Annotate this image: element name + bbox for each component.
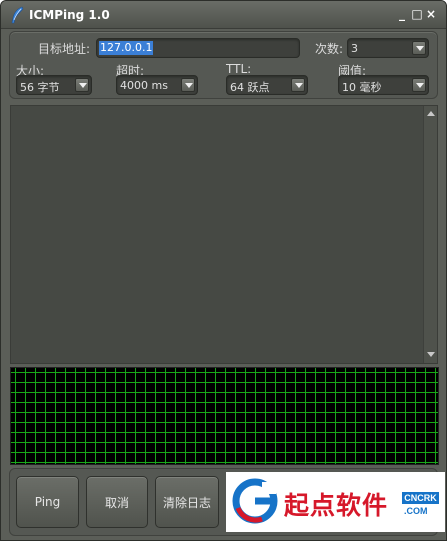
- log-output[interactable]: [10, 105, 438, 364]
- threshold-select[interactable]: 10 毫秒: [338, 75, 429, 95]
- target-address-input[interactable]: 127.0.0.1: [96, 38, 300, 58]
- watermark-domain: .COM: [404, 506, 428, 516]
- title-bar[interactable]: ICMPing 1.0 _ □ ×: [1, 1, 446, 29]
- latency-graph: [10, 367, 439, 465]
- target-address-value: 127.0.0.1: [99, 41, 154, 55]
- chevron-down-icon[interactable]: [412, 41, 426, 55]
- count-select[interactable]: 3: [347, 38, 429, 58]
- ttl-label: TTL:: [226, 62, 252, 76]
- watermark-badge: CNCRK: [402, 492, 439, 504]
- app-window: ICMPing 1.0 _ □ × 目标地址: 127.0.0.1 次数: 3 …: [0, 0, 447, 541]
- chevron-down-icon[interactable]: [75, 78, 89, 92]
- g-swirl-logo-icon: [232, 478, 278, 524]
- timeout-value: 4000 ms: [120, 79, 168, 92]
- cancel-button[interactable]: 取消: [86, 476, 148, 528]
- ttl-value: 64 跃点: [230, 81, 270, 94]
- window-title: ICMPing 1.0: [29, 8, 110, 22]
- watermark-overlay: 起点软件 CNCRK .COM: [226, 472, 445, 532]
- chevron-down-icon[interactable]: [412, 78, 426, 92]
- log-scrollbar[interactable]: [423, 106, 437, 363]
- settings-panel: 目标地址: 127.0.0.1 次数: 3 大小: 56 字节 超时: 4000…: [9, 31, 438, 99]
- watermark-text: 起点软件: [284, 491, 389, 520]
- scroll-up-icon[interactable]: [426, 109, 436, 119]
- size-value: 56 字节: [20, 81, 60, 94]
- target-label: 目标地址:: [38, 42, 91, 56]
- feather-icon: [11, 6, 24, 24]
- close-button[interactable]: ×: [425, 8, 437, 20]
- timeout-select[interactable]: 4000 ms: [116, 75, 198, 95]
- ttl-select[interactable]: 64 跃点: [226, 75, 308, 95]
- clear-log-button[interactable]: 清除日志: [155, 476, 219, 528]
- count-label: 次数:: [315, 42, 344, 56]
- maximize-button[interactable]: □: [411, 8, 423, 20]
- threshold-value: 10 毫秒: [342, 81, 382, 94]
- minimize-button[interactable]: _: [396, 8, 408, 20]
- count-value: 3: [351, 42, 358, 55]
- size-select[interactable]: 56 字节: [16, 75, 92, 95]
- chevron-down-icon[interactable]: [291, 78, 305, 92]
- scroll-down-icon[interactable]: [426, 350, 436, 360]
- ping-button[interactable]: Ping: [16, 476, 79, 528]
- chevron-down-icon[interactable]: [181, 78, 195, 92]
